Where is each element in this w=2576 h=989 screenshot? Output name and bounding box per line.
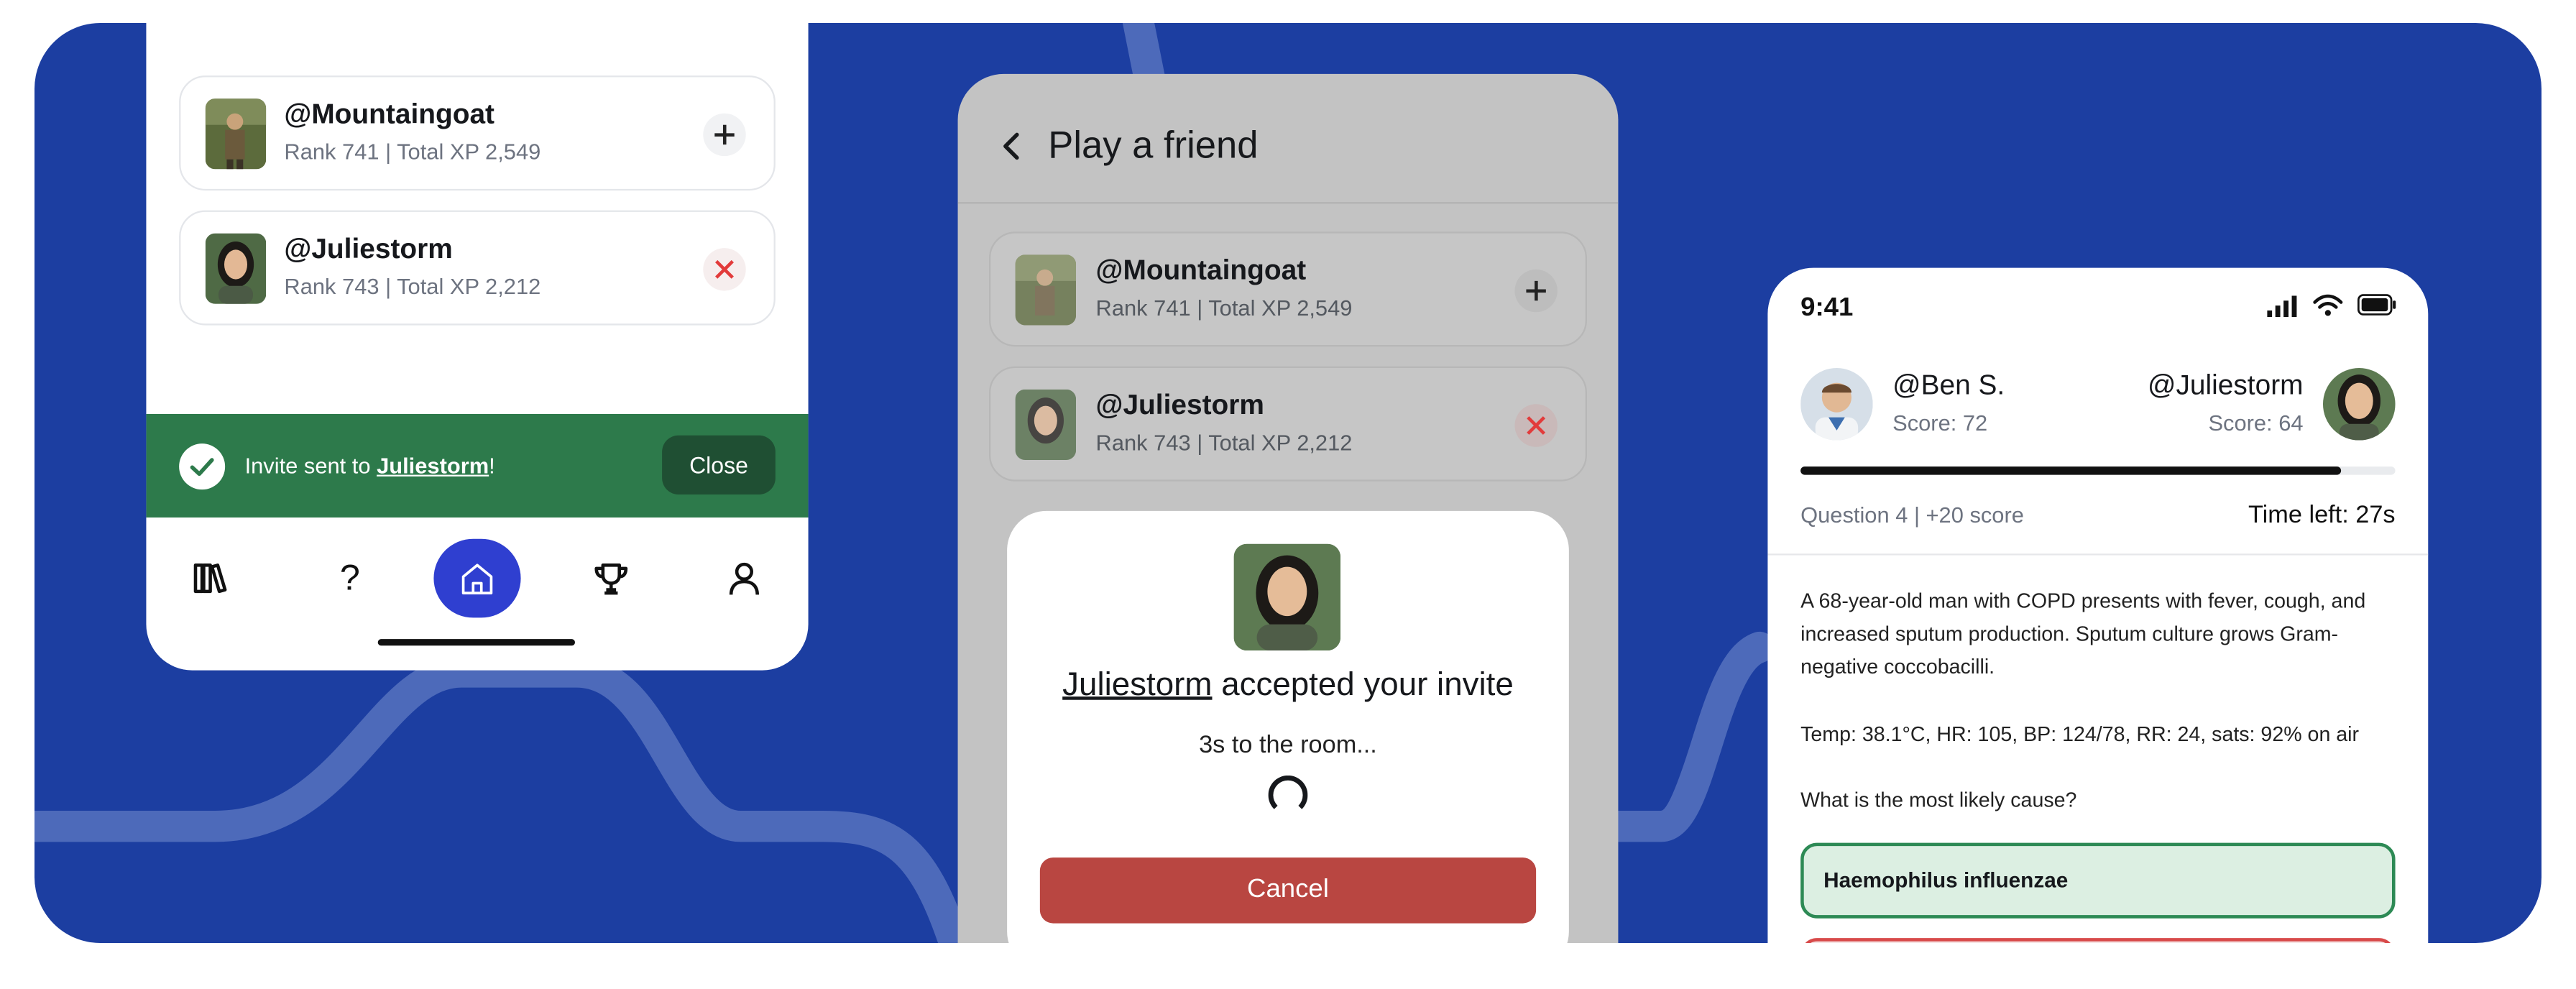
answer-option-wrong[interactable] — [1800, 938, 2396, 943]
back-chevron-icon[interactable] — [999, 130, 1026, 163]
avatar — [1800, 367, 1873, 441]
plus-icon[interactable] — [1514, 269, 1558, 313]
profile-icon[interactable] — [724, 558, 764, 598]
avatar — [205, 98, 267, 170]
toast-name-link[interactable]: Juliestorm — [377, 454, 489, 478]
quiz-screen: 9:41 @Ben S. Score: 72 @Juliestorm Score… — [1767, 267, 2429, 943]
friend-handle: @Mountaingoat — [1095, 254, 1307, 286]
avatar — [205, 233, 267, 304]
home-indicator — [377, 639, 575, 646]
countdown-text: 3s to the room... — [1199, 731, 1377, 759]
status-time: 9:41 — [1800, 294, 1854, 322]
checkmark-icon — [179, 443, 226, 490]
close-icon[interactable] — [703, 248, 746, 291]
loading-spinner — [1268, 775, 1308, 815]
friend-name-link[interactable]: Juliestorm — [1062, 667, 1212, 703]
question-stem: A 68-year-old man with COPD presents wit… — [1800, 589, 2366, 678]
trophy-icon[interactable] — [592, 558, 631, 598]
toast-message: Invite sent to Juliestorm! — [244, 453, 495, 479]
friend-meta: Rank 743 | Total XP 2,212 — [1095, 430, 1353, 456]
home-button[interactable] — [433, 538, 521, 618]
question-icon[interactable]: ? — [330, 558, 369, 598]
avatar — [1015, 389, 1077, 460]
battery-icon — [2357, 294, 2396, 316]
friend-handle: @Mountaingoat — [284, 98, 494, 130]
question-vitals: Temp: 38.1°C, HR: 105, BP: 124/78, RR: 2… — [1800, 722, 2360, 746]
avatar — [2322, 367, 2396, 441]
play-friend-screen: Play a friend @Mountaingoat Rank 741 | T… — [957, 73, 1619, 943]
friend-meta: Rank 741 | Total XP 2,549 — [284, 139, 541, 165]
avatar — [1233, 543, 1341, 651]
divider — [1767, 553, 2429, 556]
wifi-icon — [2313, 294, 2343, 316]
friend-card[interactable]: @Juliestorm Rank 743 | Total XP 2,212 — [988, 366, 1587, 482]
player2-name: @Juliestorm — [2148, 369, 2304, 401]
friend-handle: @Juliestorm — [284, 233, 453, 264]
invite-toast: Invite sent to Juliestorm! Close — [146, 413, 809, 518]
progress-fill — [1800, 466, 2342, 475]
friend-card[interactable]: @Mountaingoat Rank 741 | Total XP 2,549 — [179, 75, 776, 191]
modal-title: Juliestorm accepted your invite — [1062, 666, 1514, 704]
player1-name: @Ben S. — [1892, 369, 2005, 401]
friend-card[interactable]: @Juliestorm Rank 743 | Total XP 2,212 — [179, 210, 776, 326]
player1-score: Score: 72 — [1892, 410, 1988, 436]
avatar — [1015, 254, 1077, 326]
time-left: Time left: 27s — [2248, 501, 2396, 529]
invite-accepted-modal: Juliestorm accepted your invite 3s to th… — [1007, 510, 1569, 943]
cancel-button[interactable]: Cancel — [1039, 857, 1537, 924]
player2-score: Score: 64 — [2208, 410, 2304, 436]
question-info: Question 4 | +20 score — [1800, 502, 2024, 528]
divider — [957, 202, 1619, 204]
answer-option-correct[interactable]: Haemophilus influenzae — [1800, 842, 2396, 919]
page-title: Play a friend — [1048, 123, 1259, 166]
library-icon[interactable] — [190, 558, 230, 598]
friends-screen: @Mountaingoat Rank 741 | Total XP 2,549 … — [146, 22, 809, 671]
friend-handle: @Juliestorm — [1095, 389, 1264, 421]
friend-card[interactable]: @Mountaingoat Rank 741 | Total XP 2,549 — [988, 231, 1587, 347]
hero-banner: @Mountaingoat Rank 741 | Total XP 2,549 … — [34, 22, 2542, 943]
question-prompt: What is the most likely cause? — [1800, 788, 2077, 812]
plus-icon[interactable] — [703, 113, 746, 157]
home-icon — [461, 564, 493, 594]
friend-meta: Rank 743 | Total XP 2,212 — [284, 274, 541, 299]
friend-meta: Rank 741 | Total XP 2,549 — [1095, 295, 1353, 321]
close-button[interactable]: Close — [662, 435, 776, 494]
signal-icon — [2267, 295, 2297, 318]
progress-bar — [1800, 466, 2396, 475]
close-icon[interactable] — [1514, 404, 1558, 447]
